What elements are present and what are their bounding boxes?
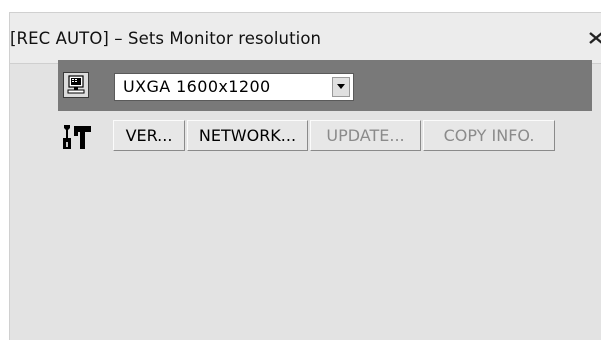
close-icon[interactable]	[588, 29, 601, 47]
network-button[interactable]: NETWORK...	[187, 120, 308, 151]
ver-button[interactable]: VER...	[113, 120, 185, 151]
resolution-value: UXGA 1600x1200	[123, 77, 271, 96]
window-title: [REC AUTO] – Sets Monitor resolution	[10, 29, 322, 48]
chevron-down-icon[interactable]	[332, 77, 350, 97]
tools-icon	[62, 122, 92, 150]
update-button: UPDATE...	[310, 120, 421, 151]
copy-info-button: COPY INFO.	[423, 120, 555, 151]
title-bar[interactable]: [REC AUTO] – Sets Monitor resolution	[10, 13, 601, 63]
monitor-icon	[63, 72, 89, 98]
resolution-select[interactable]: UXGA 1600x1200	[114, 73, 354, 101]
